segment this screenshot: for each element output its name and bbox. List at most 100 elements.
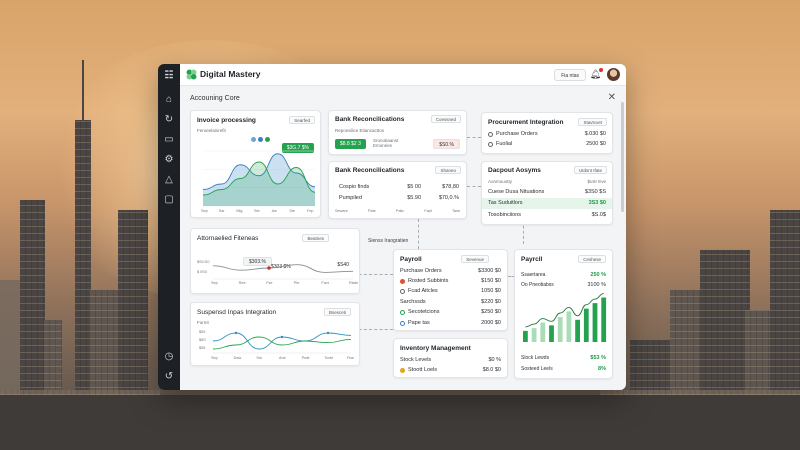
card-subtitle: Feroeelanirefit <box>197 128 226 133</box>
match-badge: $8.8 $2 3 <box>335 139 366 149</box>
automated-line-chart <box>212 264 354 280</box>
row-label: Tas Suduitlors <box>488 200 523 206</box>
card-icon[interactable]: ▭ <box>163 134 175 146</box>
triangle-icon[interactable]: △ <box>163 174 175 186</box>
bank-reconciliations-detail-card[interactable]: Bank Reconcilications Shaneo Cospio find… <box>328 161 467 219</box>
app-window: ☷ ⌂ ↻ ▭ ⚙ △ ▢ ◷ ↺ Digital Mastery Fia nt… <box>158 64 626 390</box>
status-ring-icon <box>488 132 493 137</box>
trend-line <box>525 293 604 328</box>
axis-tick-label: Ane <box>279 356 286 360</box>
row-value: 250 % <box>590 272 606 278</box>
bar <box>601 297 607 342</box>
row-label: Pape tas <box>408 320 430 326</box>
gear-icon[interactable]: ⚙ <box>163 154 175 166</box>
y-axis-label: $ 0S0 <box>197 270 207 274</box>
row-value: $150 $0 <box>481 278 501 284</box>
card-title: Inventory Management <box>400 345 471 352</box>
data-point <box>267 266 271 270</box>
card-subtitle: Furmt <box>197 320 209 325</box>
card-tag[interactable]: Ceshese <box>578 255 606 263</box>
row-value: 3S3 $0 <box>588 200 606 206</box>
brand-name: Digital Mastery <box>200 69 261 79</box>
bank-reconciliations-card[interactable]: Bank Reconcilications Coessned Reponsili… <box>328 110 467 155</box>
home-icon[interactable]: ⌂ <box>163 94 175 106</box>
inventory-management-card[interactable]: Inventory Management Stock Levels $0 % S… <box>393 338 508 378</box>
row-value: 2500 $0 <box>586 141 606 147</box>
row-label: Cuese Dusa Nituations <box>488 189 545 195</box>
row-value: 3100 % <box>587 282 606 288</box>
automated-fitness-card[interactable]: Attornaelied Fiteneas Beatnes $303.% $30… <box>190 228 360 294</box>
warning-dot-icon <box>400 368 405 373</box>
clock-icon[interactable]: ◷ <box>163 351 175 363</box>
box-icon[interactable]: ▢ <box>163 194 175 206</box>
data-point <box>326 331 330 335</box>
connector-line <box>418 219 419 249</box>
refresh-icon[interactable]: ↻ <box>163 114 175 126</box>
card-title: Bank Reconcilications <box>335 167 405 174</box>
series-line <box>212 332 352 350</box>
axis-tick-label: Faxt <box>321 281 329 285</box>
axis-tick-label: Ste <box>254 209 260 213</box>
row-value: $0 % <box>488 357 501 363</box>
invoice-area-chart <box>202 150 316 207</box>
bar <box>523 330 528 342</box>
row-value: $uSr Eve <box>587 179 606 184</box>
alert-dot-icon <box>400 279 405 284</box>
card-tag[interactable]: Beatnes <box>302 234 329 242</box>
row-label: Sarchssds <box>400 299 426 305</box>
card-tag[interactable]: Stavtcvet <box>578 118 607 126</box>
bar <box>549 325 554 342</box>
axis-label: Pate <box>367 209 376 213</box>
card-tag[interactable]: Shaneo <box>435 166 461 174</box>
y-axis-label: $55 <box>199 346 206 350</box>
invoice-processing-card[interactable]: Invoice processing Searfed Feroeelaniref… <box>190 110 321 218</box>
scrollbar[interactable] <box>621 102 624 212</box>
axis-tick-label: Tcxte <box>324 356 334 360</box>
cycle-icon[interactable]: ↺ <box>163 371 175 383</box>
row-label: Stock Levels <box>400 357 432 363</box>
row-label: Oo Pneotiabss <box>521 282 554 288</box>
card-tag[interactable]: Utdsnt Ifate <box>573 166 607 174</box>
card-title: Invoice processing <box>197 117 256 124</box>
axis-tick-label: Srs <box>256 356 263 360</box>
avatar[interactable] <box>606 67 621 82</box>
card-tag[interactable]: Coessned <box>430 115 461 123</box>
card-tag[interactable]: Searfed <box>289 116 315 124</box>
row-value: 8% <box>598 366 606 372</box>
grid-icon[interactable]: ☷ <box>163 70 175 82</box>
axis-label: Palic <box>395 209 405 213</box>
header-button[interactable]: Fia ntas <box>554 69 586 81</box>
row-label: Purchase Orders <box>496 131 538 137</box>
payroll-bar-chart <box>523 293 607 342</box>
row-label: Purchase Orders <box>400 268 442 274</box>
suspense-integration-card[interactable]: Suspensd Inpas Integration Bsesceti Furm… <box>190 302 360 366</box>
y-axis-label: $S0:S0 <box>197 260 210 264</box>
axis-tick-label: Pte <box>293 281 300 285</box>
axis-tick-label: Sep <box>201 209 208 213</box>
axis-tick-label: Sar <box>218 209 225 213</box>
row-label: Pumpiled <box>339 195 362 201</box>
axis-tick-label: Fise <box>347 356 355 360</box>
row-value: $53 % <box>590 355 606 361</box>
bar <box>531 328 537 342</box>
procurement-integration-card[interactable]: Procurement Integration Stavtcvet Purcha… <box>481 112 613 154</box>
axis-tick-label: Sep <box>211 281 218 285</box>
card-title: Bank Reconcilications <box>335 116 405 123</box>
page-title: Accouning Core <box>190 95 240 102</box>
row-value: $250 $0 <box>481 309 501 315</box>
row-label: Tosobinciions <box>488 212 522 218</box>
axis-label: Seware <box>335 209 348 213</box>
row-label: Cospio finds <box>339 184 370 190</box>
row-value: $.030 $0 <box>584 131 606 137</box>
axis-tick-label: Ste <box>289 209 296 213</box>
legend-dots <box>251 137 275 142</box>
bar <box>540 322 546 342</box>
status-ring-icon <box>488 142 493 147</box>
deposit-card[interactable]: Dacpout Aosyms Utdsnt Ifate Aonmouotty $… <box>481 161 613 225</box>
card-tag[interactable]: Bsesceti <box>323 308 351 316</box>
close-icon[interactable]: ✕ <box>608 92 616 103</box>
payroll-card[interactable]: Payroll Sevenue Purchase Orders $3300 $0… <box>393 249 508 331</box>
payroll-chart-card[interactable]: Payrcll Ceshese Ssaertarea 250 % Oo Pneo… <box>514 249 613 379</box>
bar <box>575 319 580 342</box>
card-tag[interactable]: Sevenue <box>461 255 489 263</box>
